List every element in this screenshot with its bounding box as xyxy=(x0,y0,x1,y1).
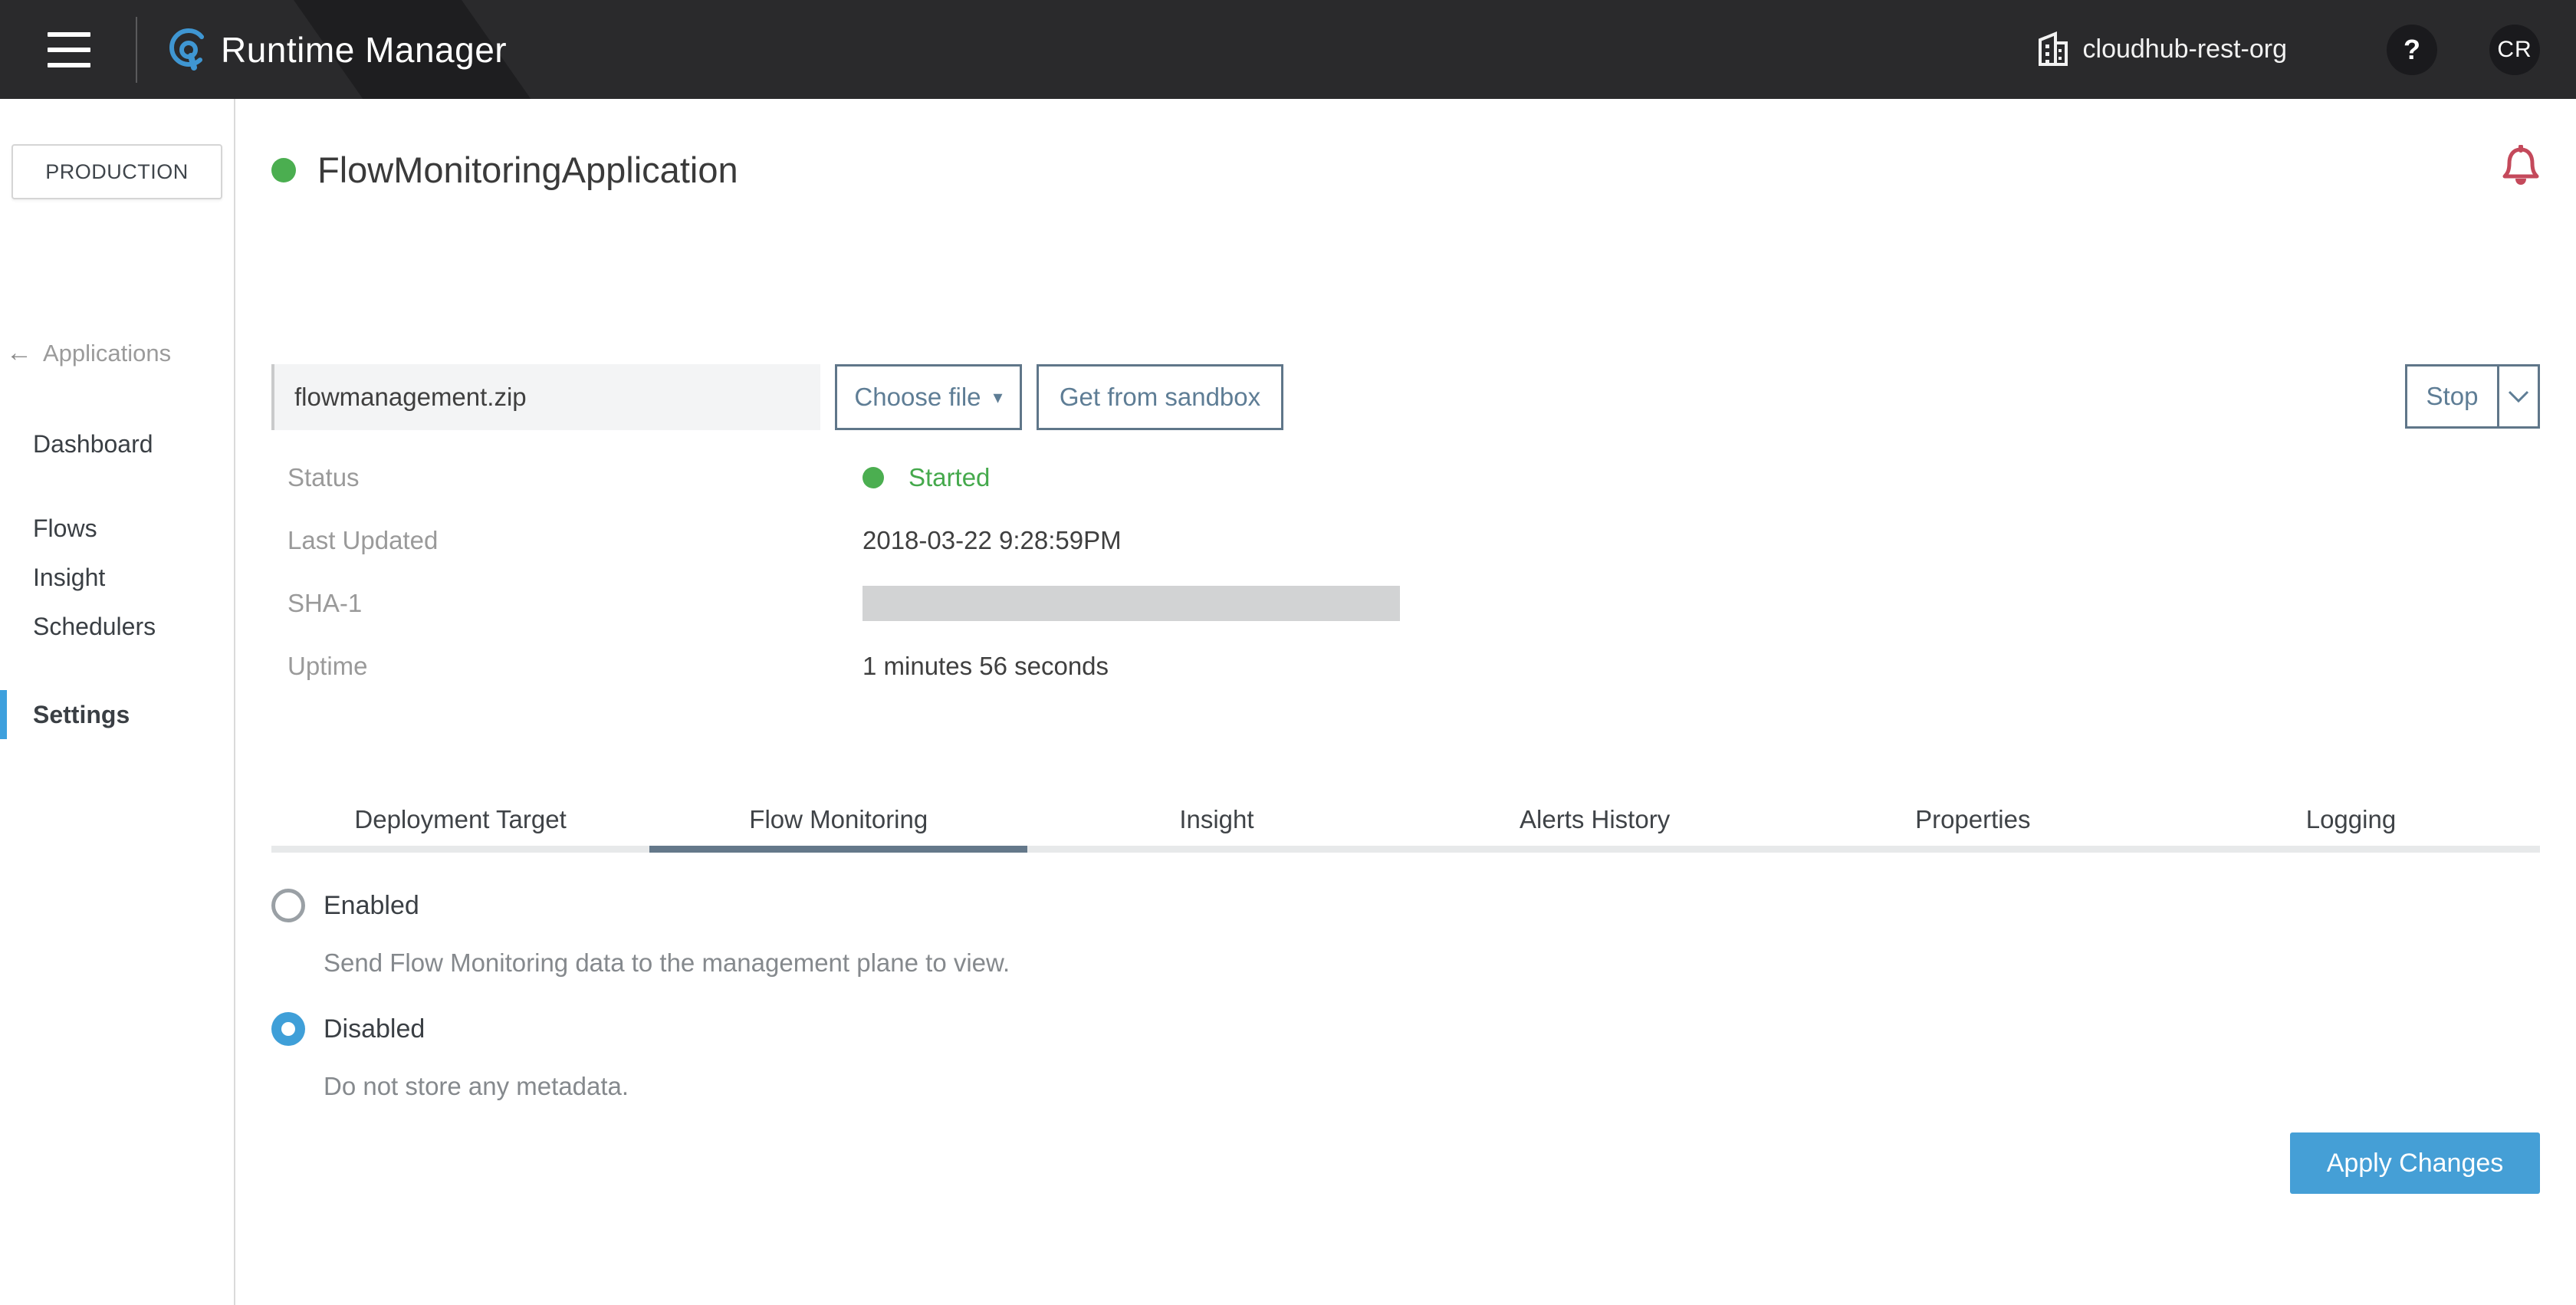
back-to-applications-link[interactable]: ← Applications xyxy=(6,338,171,368)
flow-monitoring-disabled-option[interactable]: Disabled xyxy=(271,1012,2540,1046)
user-avatar[interactable]: CR xyxy=(2489,24,2540,75)
disabled-description: Do not store any metadata. xyxy=(324,1072,629,1100)
top-header: Runtime Manager cloudhub-rest-org ? CR xyxy=(0,0,2576,99)
stop-options-chevron-down-icon[interactable] xyxy=(2497,364,2540,429)
notifications-bell-icon[interactable] xyxy=(2502,144,2540,192)
page-title: FlowMonitoringApplication xyxy=(317,150,738,190)
sidebar-nav: Dashboard Flows Insight Schedulers Setti… xyxy=(0,419,234,739)
stop-split-button: Stop xyxy=(2405,364,2540,429)
environment-selector-button[interactable]: PRODUCTION xyxy=(12,144,222,199)
tab-deployment-target[interactable]: Deployment Target xyxy=(271,793,650,853)
sidebar-item-flows[interactable]: Flows xyxy=(0,504,234,553)
status-row: Status Started xyxy=(271,446,2540,509)
sidebar-item-insight[interactable]: Insight xyxy=(0,553,234,602)
uptime-row: Uptime 1 minutes 56 seconds xyxy=(271,635,2540,698)
sidebar-item-settings[interactable]: Settings xyxy=(0,690,234,739)
deployment-file-field[interactable]: flowmanagement.zip xyxy=(271,364,820,430)
header-divider xyxy=(136,17,137,83)
sidebar-item-schedulers[interactable]: Schedulers xyxy=(0,602,234,651)
tab-alerts-history[interactable]: Alerts History xyxy=(1405,793,1784,853)
back-arrow-icon: ← xyxy=(6,338,32,367)
radio-enabled[interactable] xyxy=(271,889,305,922)
radio-disabled[interactable] xyxy=(271,1012,305,1046)
flow-monitoring-enabled-option[interactable]: Enabled xyxy=(271,889,2540,922)
organization-icon xyxy=(2036,29,2069,70)
main-content: FlowMonitoringApplication flowmanagement… xyxy=(235,99,2576,1305)
sidebar: PRODUCTION ← Applications Dashboard Flow… xyxy=(0,99,235,1305)
status-label: Status xyxy=(288,463,360,491)
app-status-dot xyxy=(271,157,296,182)
choose-file-label: Choose file xyxy=(854,383,981,411)
org-name: cloudhub-rest-org xyxy=(2082,35,2287,64)
runtime-manager-page: Runtime Manager cloudhub-rest-org ? CR P… xyxy=(0,0,2576,1305)
sha1-redacted-bar xyxy=(863,586,1400,621)
deployment-file-row: flowmanagement.zip Choose file ▾ Get fro… xyxy=(271,364,2540,430)
tab-flow-monitoring[interactable]: Flow Monitoring xyxy=(649,793,1028,853)
org-switcher[interactable]: cloudhub-rest-org xyxy=(2036,29,2287,70)
last-updated-row: Last Updated 2018-03-22 9:28:59PM xyxy=(271,509,2540,572)
back-link-label: Applications xyxy=(43,339,172,367)
get-from-sandbox-button[interactable]: Get from sandbox xyxy=(1037,364,1283,430)
sha1-row: SHA-1 xyxy=(271,572,2540,635)
chevron-down-icon: ▾ xyxy=(993,386,1003,408)
help-button[interactable]: ? xyxy=(2387,24,2437,75)
last-updated-value: 2018-03-22 9:28:59PM xyxy=(863,526,1122,554)
runtime-manager-logo-icon[interactable] xyxy=(165,26,212,77)
enabled-label: Enabled xyxy=(324,890,419,920)
stop-button[interactable]: Stop xyxy=(2405,364,2497,429)
tab-insight[interactable]: Insight xyxy=(1027,793,1406,853)
settings-tabs: Deployment Target Flow Monitoring Insigh… xyxy=(271,793,2541,853)
status-dot xyxy=(863,467,884,488)
uptime-value: 1 minutes 56 seconds xyxy=(863,652,1109,680)
disabled-label: Disabled xyxy=(324,1014,426,1044)
sidebar-item-dashboard[interactable]: Dashboard xyxy=(0,419,234,468)
status-value: Started xyxy=(909,463,991,491)
app-details: Status Started Last Updated 2018-03-22 9… xyxy=(271,446,2540,698)
last-updated-label: Last Updated xyxy=(288,526,439,554)
app-title: Runtime Manager xyxy=(221,29,508,70)
choose-file-button[interactable]: Choose file ▾ xyxy=(835,364,1022,430)
tab-logging[interactable]: Logging xyxy=(2161,793,2541,853)
sha1-label: SHA-1 xyxy=(288,589,363,617)
tab-properties[interactable]: Properties xyxy=(1783,793,2162,853)
uptime-label: Uptime xyxy=(288,652,368,680)
enabled-description: Send Flow Monitoring data to the managem… xyxy=(324,948,1010,977)
apply-changes-button[interactable]: Apply Changes xyxy=(2290,1132,2540,1194)
hamburger-menu-icon[interactable] xyxy=(48,32,90,67)
